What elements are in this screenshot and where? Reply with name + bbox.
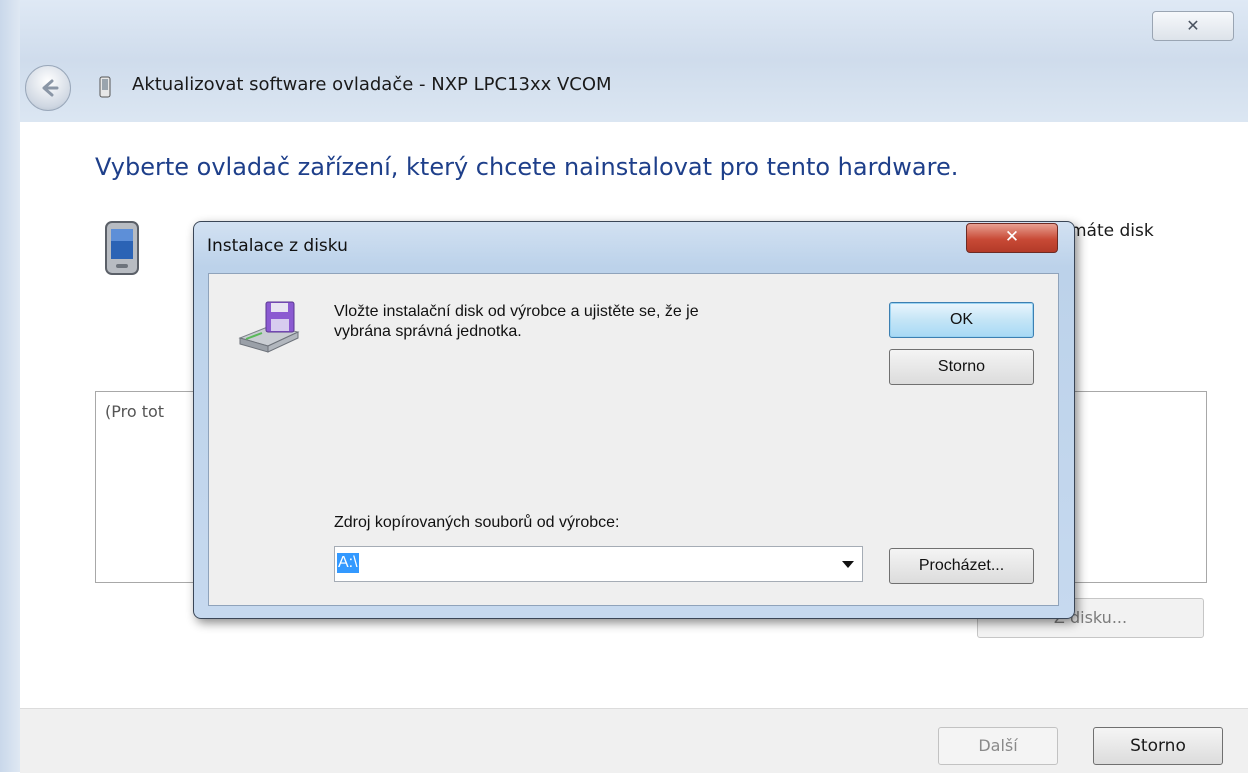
dialog-cancel-button[interactable]: Storno: [889, 349, 1034, 385]
dialog-message-line-1: Vložte instalační disk od výrobce a ujis…: [334, 303, 699, 320]
source-label: Zdroj kopírovaných souborů od výrobce:: [334, 514, 620, 531]
cancel-button[interactable]: Storno: [1093, 727, 1223, 765]
window-title: Aktualizovat software ovladače - NXP LPC…: [132, 74, 612, 95]
device-icon: [99, 76, 111, 98]
next-button[interactable]: Další: [938, 727, 1058, 765]
background-window-edge: [0, 0, 20, 772]
source-path-combobox[interactable]: A:\: [334, 546, 863, 582]
page-heading: Vyberte ovladač zařízení, který chcete n…: [95, 153, 959, 181]
dialog-close-button[interactable]: ✕: [966, 223, 1058, 253]
chevron-down-icon[interactable]: [842, 561, 854, 568]
browse-button[interactable]: Procházet...: [889, 548, 1034, 584]
pda-device-icon: [105, 221, 139, 275]
dialog-message: Vložte instalační disk od výrobce a ujis…: [334, 302, 854, 342]
driver-list-placeholder: (Pro tot: [105, 402, 165, 421]
close-icon: ✕: [1004, 227, 1020, 247]
dialog-title: Instalace z disku: [207, 236, 348, 256]
dialog-message-line-2: vybrána správná jednotka.: [334, 323, 522, 340]
back-arrow-icon: [42, 79, 59, 97]
window-close-button[interactable]: ✕: [1152, 11, 1234, 41]
close-icon: ✕: [1186, 16, 1200, 35]
back-button[interactable]: [25, 65, 71, 111]
description-text: máte disk: [1070, 221, 1154, 241]
floppy-drive-icon: [238, 301, 300, 353]
wizard-footer: [20, 708, 1248, 773]
source-path-value[interactable]: A:\: [337, 553, 359, 573]
ok-button[interactable]: OK: [889, 302, 1034, 338]
